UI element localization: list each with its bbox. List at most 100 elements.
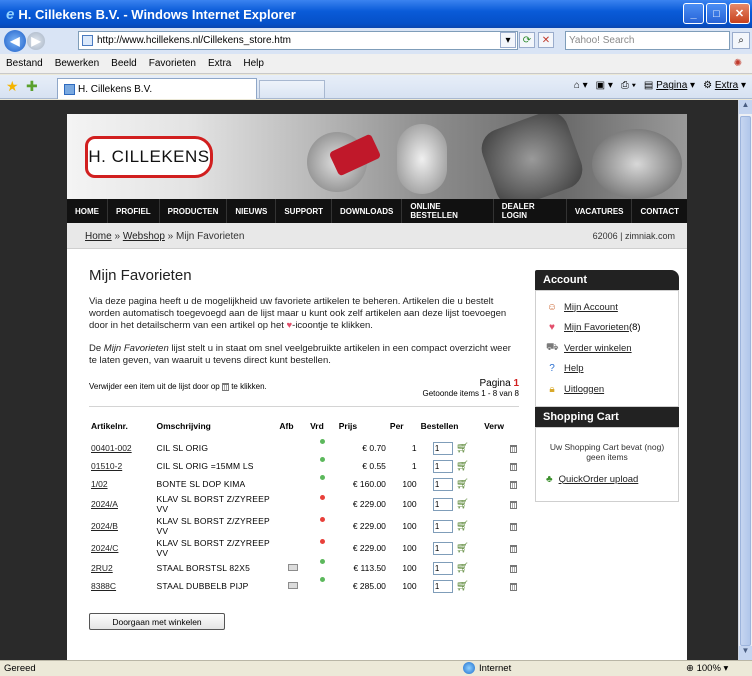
menu-bewerken[interactable]: Bewerken [49,58,105,69]
info-paragraph: De Mijn Favorieten lijst stelt u in staa… [89,343,519,367]
nav-dealer-login[interactable]: DEALER LOGIN [494,199,567,223]
add-to-cart-icon[interactable]: 🛒︎ [456,521,469,532]
quantity-input[interactable] [432,541,453,555]
print-icon[interactable]: ⎙ ▾ [621,80,636,91]
trash-icon[interactable] [510,444,517,453]
minimize-button[interactable]: _ [683,3,704,24]
menu-bestand[interactable]: Bestand [0,58,49,69]
add-to-cart-icon[interactable]: 🛒︎ [456,543,469,554]
scroll-down-icon[interactable]: ▼ [739,646,752,660]
nav-support[interactable]: SUPPORT [276,199,333,223]
add-to-cart-icon[interactable]: 🛒︎ [456,443,469,454]
search-icon[interactable]: ⌕ [732,32,750,49]
stop-button[interactable]: ✕ [538,32,554,48]
home-icon[interactable]: ⌂ ▾ [574,80,588,91]
breadcrumb-separator: » [114,231,121,242]
nav-nieuws[interactable]: NIEUWS [227,199,277,223]
account-link[interactable]: Mijn Favorieten [564,322,629,333]
favorites-star-icon[interactable]: ★ [6,78,19,95]
quantity-input[interactable] [432,497,453,511]
quantity-input[interactable] [432,561,453,575]
article-code-link[interactable]: 01510-2 [91,461,122,471]
menu-extra[interactable]: Extra [202,58,237,69]
account-item[interactable]: ⛟ Verder winkelen [546,338,668,359]
account-link[interactable]: Mijn Account [564,302,618,313]
trash-icon[interactable] [510,582,517,591]
feeds-icon[interactable]: ▣ ▾ [596,80,613,91]
quantity-input[interactable] [432,519,453,533]
article-description: STAAL DUBBELB PIJP [156,581,249,591]
site-logo[interactable]: H. CILLEKENS [85,136,213,178]
article-per: 1 [411,443,417,453]
menu-help[interactable]: Help [237,58,270,69]
trash-icon[interactable] [510,522,517,531]
search-input[interactable]: Yahoo! Search [565,31,730,50]
stock-status-dot [319,439,325,444]
quantity-input[interactable] [432,579,453,593]
breadcrumb-home-link[interactable]: Home [85,231,112,242]
article-code-link[interactable]: 2024/C [91,543,118,553]
account-link[interactable]: Uitloggen [564,384,604,395]
quantity-input[interactable] [432,441,453,455]
nav-home[interactable]: HOME [67,199,108,223]
account-link[interactable]: Verder winkelen [564,343,632,354]
add-to-cart-icon[interactable]: 🛒︎ [456,461,469,472]
trash-icon[interactable] [510,462,517,471]
account-item[interactable]: ? Help [546,359,668,380]
article-code-link[interactable]: 2024/A [91,499,118,509]
account-item[interactable]: ☺ Mijn Account [546,297,668,318]
add-to-cart-icon[interactable]: 🛒︎ [456,581,469,592]
nav-contact[interactable]: CONTACT [632,199,687,223]
add-to-cart-icon[interactable]: 🛒︎ [456,499,469,510]
trash-icon[interactable] [510,564,517,573]
nav-profiel[interactable]: PROFIEL [108,199,160,223]
article-code-link[interactable]: 2RU2 [91,563,113,573]
new-tab-button[interactable] [259,80,325,99]
refresh-button[interactable]: ⟳ [519,32,535,48]
quickorder-link[interactable]: QuickOrder upload [559,474,639,485]
image-icon[interactable] [287,564,298,571]
trash-icon[interactable] [510,480,517,489]
vertical-scrollbar[interactable]: ▲ ▼ [738,100,752,660]
page-menu[interactable]: ▤ Pagina ▾ [644,80,695,91]
account-link[interactable]: Help [564,363,584,374]
forward-button[interactable]: ▶ [27,32,45,50]
zoom-level[interactable]: ⊕ 100% ▾ [686,663,728,674]
quantity-input[interactable] [432,477,453,491]
address-dropdown-button[interactable]: ▾ [500,32,516,48]
back-button[interactable]: ◀ [4,30,26,52]
tools-menu[interactable]: ⚙ Extra ▾ [703,80,746,91]
add-to-cart-icon[interactable]: 🛒︎ [456,479,469,490]
address-field[interactable]: http://www.hcillekens.nl/Cillekens_store… [78,31,518,50]
account-item[interactable]: 🔒︎ Uitloggen [546,379,668,400]
continue-shopping-button[interactable]: Doorgaan met winkelen [89,613,225,630]
close-button[interactable]: ✕ [729,3,750,24]
menu-beeld[interactable]: Beeld [105,58,143,69]
pagination-current[interactable]: 1 [513,378,519,389]
trash-icon[interactable] [510,544,517,553]
nav-producten[interactable]: PRODUCTEN [160,199,228,223]
browser-tab[interactable]: H. Cillekens B.V. [57,78,257,99]
nav-online-bestellen[interactable]: ONLINE BESTELLEN [402,199,494,223]
menu-favorieten[interactable]: Favorieten [143,58,202,69]
breadcrumb-webshop-link[interactable]: Webshop [123,231,165,242]
nav-vacatures[interactable]: VACATURES [567,199,633,223]
image-icon[interactable] [287,582,298,589]
article-per: 100 [402,479,417,489]
article-code-link[interactable]: 8388C [91,581,116,591]
article-price: € 113.50 [353,563,386,573]
maximize-button[interactable]: □ [706,3,727,24]
trash-icon[interactable] [510,500,517,509]
article-code-link[interactable]: 00401-002 [91,443,132,453]
scroll-up-icon[interactable]: ▲ [739,100,752,114]
heart-icon: ♥ [549,322,555,334]
nav-downloads[interactable]: DOWNLOADS [332,199,403,223]
add-to-cart-icon[interactable]: 🛒︎ [456,563,469,574]
article-code-link[interactable]: 1/02 [91,479,108,489]
scroll-thumb[interactable] [740,116,751,646]
article-code-link[interactable]: 2024/B [91,521,118,531]
quickorder-item[interactable]: ♣ QuickOrder upload [546,474,668,485]
add-favorite-icon[interactable]: ✚ [26,78,38,95]
quantity-input[interactable] [432,459,453,473]
account-item[interactable]: ♥ Mijn Favorieten (8) [546,318,668,339]
